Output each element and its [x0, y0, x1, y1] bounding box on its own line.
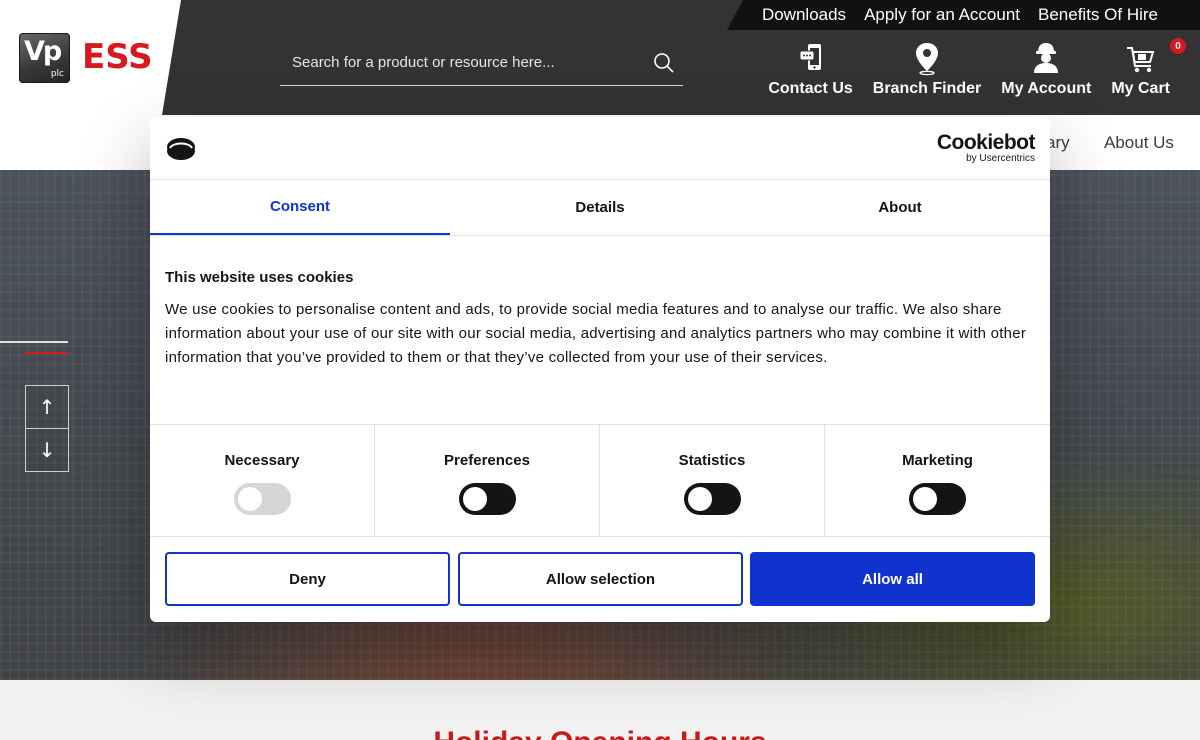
phone-chat-icon — [799, 44, 821, 70]
my-cart-label: My Cart — [1111, 80, 1170, 97]
tab-details[interactable]: Details — [450, 180, 750, 235]
search-input[interactable] — [280, 40, 640, 84]
toggle-knob — [237, 487, 262, 511]
my-account-button[interactable]: My Account — [991, 40, 1101, 98]
toggle-knob — [687, 487, 712, 511]
toggle-knob — [462, 487, 487, 511]
cookiebot-brand: Cookiebot — [936, 131, 1036, 154]
benefits-of-hire-link[interactable]: Benefits Of Hire — [1038, 5, 1158, 25]
cookie-consent-dialog: Cookiebot by Usercentrics Consent Detail… — [150, 117, 1050, 622]
category-statistics: Statistics — [600, 425, 825, 537]
vp-logo-plc: plc — [50, 69, 64, 79]
cookiebot-brand-sub: by Usercentrics — [966, 153, 1035, 164]
preferences-toggle[interactable] — [458, 483, 516, 515]
hero-next-button[interactable]: ↓ — [25, 428, 69, 472]
apply-account-link[interactable]: Apply for an Account — [864, 5, 1020, 25]
dialog-body: This website uses cookies We use cookies… — [165, 269, 1035, 370]
contact-us-button[interactable]: Contact Us — [758, 40, 862, 98]
category-label: Statistics — [678, 452, 746, 469]
cookiebot-logo[interactable]: Cookiebot by Usercentrics — [936, 131, 1036, 164]
allow-all-button[interactable]: Allow all — [750, 552, 1035, 606]
dialog-header: Cookiebot by Usercentrics — [150, 117, 1050, 180]
vp-logo[interactable]: Vp plc — [19, 33, 70, 83]
dialog-tabs: Consent Details About — [150, 180, 1050, 236]
holiday-hours-heading: Holiday Opening Hours — [0, 726, 1200, 740]
tab-consent[interactable]: Consent — [150, 180, 450, 235]
my-cart-button[interactable]: 0 My Cart — [1101, 38, 1186, 98]
search-box — [280, 40, 683, 86]
ess-logo[interactable]: ESS — [82, 37, 153, 77]
statistics-toggle[interactable] — [683, 483, 741, 515]
cart-count-badge: 0 — [1170, 38, 1186, 54]
my-account-label: My Account — [1001, 80, 1092, 97]
sub-nav-item-about-us[interactable]: About Us — [1104, 133, 1174, 153]
toggle-knob — [913, 487, 937, 511]
category-marketing: Marketing — [825, 425, 1050, 537]
shopping-cart-icon — [1126, 47, 1155, 73]
dialog-description: We use cookies to personalise content an… — [165, 301, 1027, 366]
top-links: Downloads Apply for an Account Benefits … — [727, 0, 1200, 30]
map-pin-icon — [916, 43, 938, 76]
branch-finder-button[interactable]: Branch Finder — [863, 40, 991, 98]
vp-logo-text: Vp — [24, 36, 62, 67]
cookie-icon — [167, 138, 195, 160]
hero-prev-button[interactable]: ↑ — [25, 385, 69, 429]
branch-finder-label: Branch Finder — [872, 80, 982, 97]
dialog-title: This website uses cookies — [165, 269, 354, 286]
hero-progress-indicator — [25, 352, 68, 354]
allow-selection-button[interactable]: Allow selection — [458, 552, 743, 606]
contact-us-label: Contact Us — [768, 80, 853, 97]
header-nav: Contact Us Branch Finder My Account 0 My… — [758, 38, 1186, 98]
category-preferences: Preferences — [375, 425, 600, 537]
logo-area: Vp plc ESS — [0, 0, 180, 115]
category-necessary: Necessary — [150, 425, 375, 537]
hero-divider — [0, 341, 68, 343]
downloads-link[interactable]: Downloads — [762, 5, 846, 25]
category-label: Marketing — [902, 452, 973, 469]
category-label: Necessary — [224, 452, 300, 469]
necessary-toggle — [233, 483, 291, 515]
search-icon[interactable] — [653, 52, 675, 74]
worker-user-icon — [1034, 43, 1059, 73]
category-label: Preferences — [444, 452, 530, 469]
cookie-categories: Necessary Preferences Statistics Marketi… — [150, 424, 1050, 537]
deny-button[interactable]: Deny — [165, 552, 450, 606]
marketing-toggle[interactable] — [909, 483, 966, 515]
tab-about[interactable]: About — [750, 180, 1050, 235]
